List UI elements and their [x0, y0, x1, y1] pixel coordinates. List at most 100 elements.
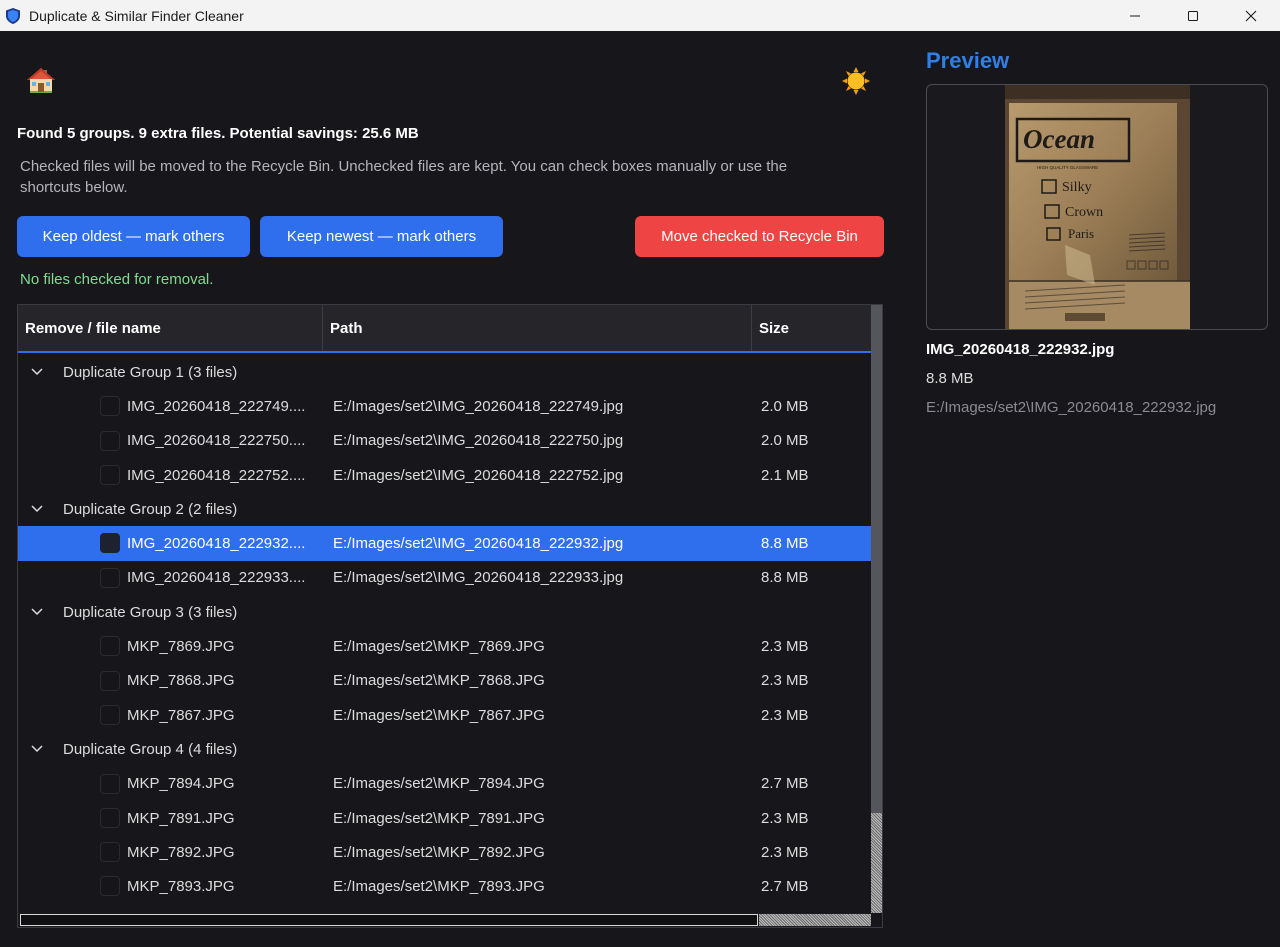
- tree-group-label: Duplicate Group 2 (2 files): [63, 500, 238, 518]
- table-header: Remove / file name Path Size: [18, 305, 871, 353]
- sun-icon[interactable]: [841, 66, 871, 96]
- vertical-scrollbar-thumb[interactable]: [871, 813, 882, 913]
- preview-filesize: 8.8 MB: [926, 370, 974, 387]
- file-path: E:/Images/set2\IMG_20260418_222749.jpg: [333, 397, 624, 415]
- remove-checkbox[interactable]: [100, 533, 120, 554]
- preview-tagline-text: HIGH QUALITY GLASSWARE: [1037, 165, 1098, 170]
- chevron-down-icon[interactable]: [30, 742, 44, 756]
- tree-group-label: Duplicate Group 1 (3 files): [63, 363, 238, 381]
- keep-oldest-button[interactable]: Keep oldest — mark others: [17, 216, 250, 257]
- preview-option-text: Silky: [1062, 180, 1092, 195]
- remove-checkbox[interactable]: [100, 636, 120, 657]
- tree-file-row[interactable]: MKP_7867.JPG E:/Images/set2\MKP_7867.JPG 2…: [18, 698, 871, 732]
- tree-file-row[interactable]: MKP_7892.JPG E:/Images/set2\MKP_7892.JPG 2…: [18, 835, 871, 869]
- help-text: Checked files will be moved to the Recyc…: [20, 158, 788, 196]
- file-name: IMG_20260418_222752....: [127, 466, 306, 484]
- close-button[interactable]: [1222, 0, 1280, 31]
- file-path: E:/Images/set2\IMG_20260418_222752.jpg: [333, 466, 624, 484]
- preview-image: Ocean HIGH QUALITY GLASSWARE Silky Crown…: [1005, 85, 1190, 329]
- title-bar: Duplicate & Similar Finder Cleaner: [0, 0, 1280, 31]
- preview-filepath: E:/Images/set2\IMG_20260418_222932.jpg: [926, 399, 1217, 416]
- file-path: E:/Images/set2\IMG_20260418_222933.jpg: [333, 569, 624, 587]
- file-size: 2.3 MB: [761, 638, 809, 656]
- tree-group-row[interactable]: Duplicate Group 2 (2 files): [18, 492, 871, 526]
- file-size: 2.1 MB: [761, 466, 809, 484]
- remove-checkbox[interactable]: [100, 807, 120, 828]
- file-size: 2.7 MB: [761, 775, 809, 793]
- chevron-down-icon[interactable]: [30, 502, 44, 516]
- file-size: 8.8 MB: [761, 569, 809, 587]
- file-name: MKP_7891.JPG: [127, 809, 235, 827]
- file-path: E:/Images/set2\MKP_7893.JPG: [333, 878, 545, 896]
- remove-checkbox[interactable]: [100, 876, 120, 897]
- file-path: E:/Images/set2\MKP_7894.JPG: [333, 775, 545, 793]
- move-to-recycle-bin-button[interactable]: Move checked to Recycle Bin: [635, 216, 884, 257]
- status-message: No files checked for removal.: [20, 271, 214, 288]
- summary-text: Found 5 groups. 9 extra files. Potential…: [17, 125, 419, 142]
- file-name: IMG_20260418_222933....: [127, 569, 306, 587]
- horizontal-scrollbar-track[interactable]: [759, 914, 871, 926]
- tree-group-row[interactable]: Duplicate Group 4 (4 files): [18, 732, 871, 766]
- column-header-name[interactable]: Remove / file name: [18, 305, 323, 351]
- remove-checkbox[interactable]: [100, 396, 120, 417]
- maximize-icon: [1188, 10, 1198, 21]
- keep-newest-button[interactable]: Keep newest — mark others: [260, 216, 503, 257]
- preview-filename: IMG_20260418_222932.jpg: [926, 341, 1115, 358]
- remove-checkbox[interactable]: [100, 704, 120, 725]
- file-size: 2.0 MB: [761, 397, 809, 415]
- tree-rows: Duplicate Group 1 (3 files) IMG_20260418_…: [18, 355, 871, 904]
- preview-brand-text: Ocean: [1023, 124, 1095, 154]
- tree-group-label: Duplicate Group 4 (4 files): [63, 740, 238, 758]
- preview-option-text: Crown: [1065, 205, 1103, 220]
- remove-checkbox[interactable]: [100, 842, 120, 863]
- remove-checkbox[interactable]: [100, 670, 120, 691]
- column-header-path[interactable]: Path: [323, 305, 752, 351]
- house-icon[interactable]: [26, 66, 56, 94]
- file-path: E:/Images/set2\MKP_7892.JPG: [333, 843, 545, 861]
- tree-file-row[interactable]: MKP_7893.JPG E:/Images/set2\MKP_7893.JPG 2…: [18, 869, 871, 903]
- preview-option-text: Paris: [1068, 226, 1094, 241]
- tree-group-row[interactable]: Duplicate Group 1 (3 files): [18, 355, 871, 389]
- file-name: IMG_20260418_222932....: [127, 535, 306, 553]
- tree-file-row[interactable]: MKP_7868.JPG E:/Images/set2\MKP_7868.JPG 2…: [18, 664, 871, 698]
- file-name: MKP_7892.JPG: [127, 843, 235, 861]
- tree-group-label: Duplicate Group 3 (3 files): [63, 603, 238, 621]
- file-name: MKP_7867.JPG: [127, 706, 235, 724]
- column-header-size[interactable]: Size: [752, 305, 871, 351]
- tree-file-row[interactable]: IMG_20260418_222933.... E:/Images/set2\IM…: [18, 561, 871, 595]
- file-path: E:/Images/set2\MKP_7867.JPG: [333, 706, 545, 724]
- tree-file-row[interactable]: IMG_20260418_222749.... E:/Images/set2\IM…: [18, 389, 871, 423]
- horizontal-scrollbar-thumb[interactable]: [20, 914, 758, 926]
- tree-file-row[interactable]: MKP_7869.JPG E:/Images/set2\MKP_7869.JPG 2…: [18, 629, 871, 663]
- tree-group-row[interactable]: Duplicate Group 3 (3 files): [18, 595, 871, 629]
- tree-file-row[interactable]: IMG_20260418_222750.... E:/Images/set2\IM…: [18, 424, 871, 458]
- close-icon: [1245, 10, 1257, 21]
- file-name: MKP_7893.JPG: [127, 878, 235, 896]
- tree-file-row[interactable]: IMG_20260418_222932.... E:/Images/set2\IM…: [18, 526, 871, 561]
- maximize-button[interactable]: [1164, 0, 1222, 31]
- file-size: 2.0 MB: [761, 432, 809, 450]
- chevron-down-icon[interactable]: [30, 605, 44, 619]
- file-size: 2.3 MB: [761, 706, 809, 724]
- remove-checkbox[interactable]: [100, 567, 120, 588]
- tree-file-row[interactable]: MKP_7891.JPG E:/Images/set2\MKP_7891.JPG 2…: [18, 801, 871, 835]
- file-size: 2.3 MB: [761, 843, 809, 861]
- remove-checkbox[interactable]: [100, 773, 120, 794]
- file-name: MKP_7868.JPG: [127, 672, 235, 690]
- file-path: E:/Images/set2\IMG_20260418_222750.jpg: [333, 432, 624, 450]
- duplicates-tree[interactable]: Remove / file name Path Size Duplicate G…: [17, 304, 883, 928]
- minimize-icon: [1130, 15, 1140, 16]
- minimize-button[interactable]: [1106, 0, 1164, 31]
- file-size: 2.7 MB: [761, 878, 809, 896]
- tree-file-row[interactable]: MKP_7894.JPG E:/Images/set2\MKP_7894.JPG 2…: [18, 767, 871, 801]
- preview-frame: Ocean HIGH QUALITY GLASSWARE Silky Crown…: [926, 84, 1268, 330]
- chevron-down-icon[interactable]: [30, 365, 44, 379]
- file-size: 8.8 MB: [761, 535, 809, 553]
- file-size: 2.3 MB: [761, 809, 809, 827]
- remove-checkbox[interactable]: [100, 430, 120, 451]
- tree-file-row[interactable]: IMG_20260418_222752.... E:/Images/set2\IM…: [18, 458, 871, 492]
- file-path: E:/Images/set2\MKP_7868.JPG: [333, 672, 545, 690]
- file-name: MKP_7894.JPG: [127, 775, 235, 793]
- file-path: E:/Images/set2\IMG_20260418_222932.jpg: [333, 535, 624, 553]
- remove-checkbox[interactable]: [100, 464, 120, 485]
